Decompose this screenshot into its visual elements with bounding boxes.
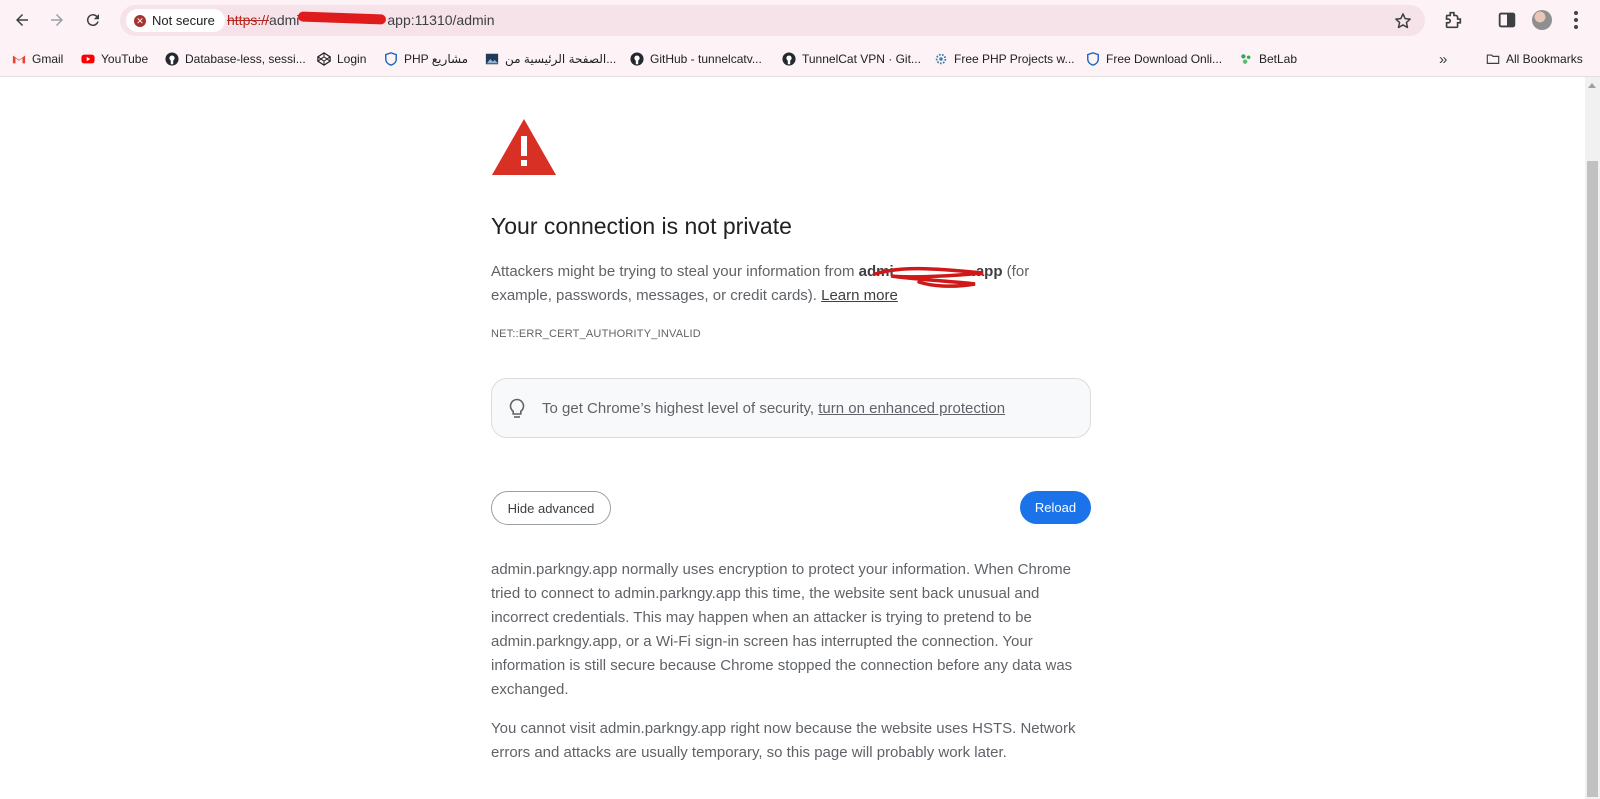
enhanced-protection-text: To get Chrome’s highest level of securit… — [542, 400, 1005, 417]
side-panel-icon[interactable] — [1496, 9, 1518, 31]
profile-avatar[interactable] — [1532, 10, 1552, 30]
github-icon — [782, 52, 796, 66]
bookmark-label: PHP مشاريع — [404, 52, 469, 66]
warning-triangle-icon — [492, 119, 556, 175]
page-scrollbar[interactable] — [1585, 77, 1600, 799]
bookmark-label: YouTube — [101, 52, 149, 66]
youtube-icon — [81, 54, 95, 64]
arrow-left-icon — [16, 14, 28, 26]
bookmark-php-projects-ar[interactable]: PHP مشاريع — [384, 49, 468, 69]
bookmark-homepage-ar[interactable]: الصفحة الرئيسية من... — [485, 49, 616, 69]
bookmark-label: Gmail — [32, 52, 64, 66]
browser-menu-button[interactable] — [1572, 10, 1580, 30]
gear-icon — [935, 53, 947, 65]
gmail-icon — [12, 55, 26, 64]
github-icon — [165, 52, 179, 66]
bookmark-youtube[interactable]: YouTube — [81, 49, 148, 69]
bookmark-label: الصفحة الرئيسية من... — [505, 52, 617, 66]
bookmark-label: GitHub - tunnelcatv... — [650, 52, 762, 66]
page-title: Your connection is not private — [491, 213, 792, 239]
forward-button[interactable] — [45, 8, 69, 32]
security-chip-label: Not secure — [152, 13, 215, 28]
learn-more-link[interactable]: Learn more — [821, 287, 898, 304]
scroll-up-arrow-icon[interactable] — [1588, 83, 1596, 88]
url-suffix: app:11310/admin — [387, 12, 495, 28]
url-prefix: admi — [269, 12, 300, 28]
enhanced-protection-box: To get Chrome’s highest level of securit… — [491, 378, 1091, 438]
main-message-intro: Attackers might be trying to steal your … — [491, 263, 859, 280]
bookmark-database-less[interactable]: Database-less, sessi... — [165, 49, 306, 69]
bookmark-label: Free Download Onli... — [1106, 52, 1223, 66]
bookmark-star-icon[interactable] — [1393, 11, 1413, 31]
bookmark-tunnelcat-vpn[interactable]: TunnelCat VPN · Git... — [782, 49, 921, 69]
hide-advanced-button[interactable]: Hide advanced — [491, 491, 611, 525]
address-bar[interactable]: ✕ Not secure https://admi app:11310/admin — [120, 5, 1425, 36]
not-secure-icon: ✕ — [134, 14, 146, 27]
bookmark-github-tunnelcat[interactable]: GitHub - tunnelcatv... — [630, 49, 762, 69]
bookmark-free-download[interactable]: Free Download Onli... — [1086, 49, 1222, 69]
github-icon — [630, 52, 644, 66]
bookmarks-overflow-button[interactable]: » — [1439, 49, 1447, 69]
shield-icon — [385, 52, 397, 66]
refresh-icon — [86, 14, 99, 27]
lightbulb-icon — [509, 398, 525, 418]
bookmark-gmail[interactable]: Gmail — [12, 49, 63, 69]
enhanced-protection-label: To get Chrome’s highest level of securit… — [542, 400, 819, 417]
bookmarks-bar: Gmail YouTube Database-less, sessi... Lo… — [0, 40, 1600, 77]
bookmark-label: Database-less, sessi... — [185, 52, 306, 66]
codepen-icon — [317, 52, 331, 66]
bookmark-label: Free PHP Projects w... — [954, 52, 1075, 66]
bookmark-label: TunnelCat VPN · Git... — [802, 52, 921, 66]
leaf-icon — [1241, 54, 1251, 64]
arrow-right-icon — [51, 14, 63, 26]
chevron-double-right-icon: » — [1439, 50, 1448, 68]
host-visible: admi — [858, 263, 894, 280]
folder-icon — [1486, 54, 1500, 64]
browser-toolbar: ✕ Not secure https://admi app:11310/admin — [0, 0, 1600, 40]
all-bookmarks-label: All Bookmarks — [1506, 52, 1583, 66]
host-end: .app — [971, 263, 1003, 280]
details-paragraph-1: admin.parkngy.app normally uses encrypti… — [491, 561, 1073, 698]
bookmark-label: Login — [337, 52, 367, 66]
error-code: NET::ERR_CERT_AUTHORITY_INVALID — [491, 328, 701, 340]
main-message: Attackers might be trying to steal your … — [491, 260, 1051, 308]
url-scheme: https:// — [227, 12, 270, 28]
details-paragraph-2: You cannot visit admin.parkngy.app right… — [491, 720, 1076, 761]
extensions-icon[interactable] — [1442, 9, 1464, 31]
enhanced-protection-link[interactable]: turn on enhanced protection — [818, 400, 1005, 417]
host-name: admi .app — [859, 263, 1003, 280]
bookmark-login[interactable]: Login — [317, 49, 366, 69]
security-chip[interactable]: ✕ Not secure — [126, 9, 225, 32]
reload-browser-button[interactable] — [81, 8, 105, 32]
image-icon — [485, 53, 499, 65]
shield-icon — [1087, 52, 1099, 66]
back-button[interactable] — [10, 8, 34, 32]
bookmark-free-php-projects[interactable]: Free PHP Projects w... — [934, 49, 1075, 69]
all-bookmarks-button[interactable]: All Bookmarks — [1486, 49, 1583, 69]
reload-button[interactable]: Reload — [1020, 491, 1091, 524]
scroll-thumb[interactable] — [1587, 161, 1598, 797]
bookmark-label: BetLab — [1259, 52, 1298, 66]
bookmark-betlab[interactable]: BetLab — [1239, 49, 1297, 69]
